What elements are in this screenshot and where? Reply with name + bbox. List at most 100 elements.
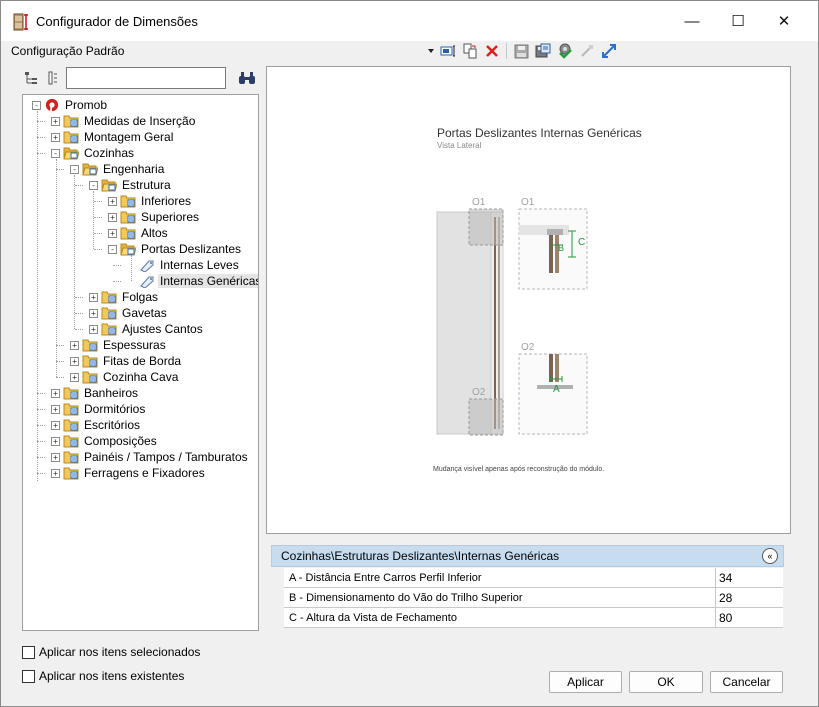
binoculars-icon[interactable] [238,69,256,87]
dropdown-arrow-icon[interactable] [425,41,437,61]
tree-item-label: Inferiores [141,194,192,208]
tree-item-medidas-de-insercao[interactable]: + Medidas de Inserção [51,113,197,129]
expander-plus-icon[interactable]: + [51,420,60,430]
tree-item-banheiros[interactable]: + Banheiros [51,385,140,401]
label-b: B [558,243,565,253]
ok-button[interactable]: OK [629,671,703,693]
expander-plus-icon[interactable]: + [89,308,98,318]
copy-icon[interactable] [459,41,481,61]
expander-plus-icon[interactable]: + [51,468,60,478]
tree-item-paineis-tampos-tamburatos[interactable]: + Painéis / Tampos / Tamburatos [51,449,250,465]
tree-item-ferragens-e-fixadores[interactable]: + Ferragens e Fixadores [51,465,207,481]
expander-minus-icon[interactable]: - [108,244,117,254]
expander-plus-icon[interactable]: + [51,388,60,398]
properties-header[interactable]: Cozinhas\Estruturas Deslizantes\Internas… [271,545,784,567]
tree-item-engenharia[interactable]: - Engenharia [70,161,166,177]
expander-plus-icon[interactable]: + [70,372,79,382]
expander-plus-icon[interactable]: + [51,132,60,142]
expander-minus-icon[interactable]: - [32,100,41,110]
search-input[interactable] [66,67,226,89]
expander-minus-icon[interactable]: - [70,164,79,174]
tree-collapse-all-icon[interactable] [22,69,40,87]
tree-item-internas-genericas[interactable]: Internas Genéricas [127,273,258,289]
tree-item-espessuras[interactable]: + Espessuras [70,337,168,353]
property-value-input[interactable]: 28 [716,588,783,607]
tree-item-estrutura[interactable]: - Estrutura [89,177,173,193]
folder-icon [101,307,117,320]
text-field-icon[interactable] [437,41,459,61]
tree-item-folgas[interactable]: + Folgas [89,289,160,305]
apply-existing-label: Aplicar nos itens existentes [39,669,185,683]
property-value-input[interactable]: 34 [716,568,783,587]
property-value-input[interactable]: 80 [716,608,783,627]
maximize-button[interactable]: ☐ [715,1,761,41]
expand-icon[interactable] [598,41,620,61]
side-view-drawing [436,208,588,436]
folder-icon [63,451,79,464]
tree-item-promob[interactable]: - Promob [32,97,109,113]
label-o1-main: O1 [472,197,486,208]
apply-existing-option[interactable]: Aplicar nos itens existentes [22,669,184,683]
tree-item-label: Escritórios [84,418,141,432]
tree-item-dormitorios[interactable]: + Dormitórios [51,401,147,417]
close-button[interactable]: ✕ [761,1,807,41]
expander-plus-icon[interactable]: + [108,228,117,238]
save-as-icon[interactable] [532,41,554,61]
preview-panel: Portas Deslizantes Internas Genéricas Vi… [266,66,791,534]
tree-item-gavetas[interactable]: + Gavetas [89,305,169,321]
apply-selected-option[interactable]: Aplicar nos itens selecionados [22,645,200,659]
expander-plus-icon[interactable]: + [70,340,79,350]
cancel-button[interactable]: Cancelar [710,671,783,693]
category-tree[interactable]: - Promob + Medidas de Inserção + Montagem Ger… [22,94,259,631]
expander-plus-icon[interactable]: + [70,356,79,366]
expander-plus-icon[interactable]: + [89,324,98,334]
property-row: C - Altura da Vista de Fechamento 80 [284,608,783,628]
tree-item-fitas-de-borda[interactable]: + Fitas de Borda [70,353,183,369]
tree-item-inferiores[interactable]: + Inferiores [108,193,193,209]
expander-plus-icon[interactable]: + [51,404,60,414]
folder-icon [63,435,79,448]
settings-check-icon[interactable] [554,41,576,61]
tree-item-escritorios[interactable]: + Escritórios [51,417,142,433]
tree-item-altos[interactable]: + Altos [108,225,170,241]
tree-item-internas-leves[interactable]: Internas Leves [127,257,241,273]
apply-selected-checkbox[interactable] [22,645,35,659]
expander-plus-icon[interactable]: + [51,436,60,446]
properties-table: A - Distância Entre Carros Perfil Inferi… [284,568,783,628]
preview-note: Mudança visível apenas após reconstrução… [433,466,605,473]
tree-item-label: Portas Deslizantes [141,242,242,256]
tree-item-composicoes[interactable]: + Composições [51,433,159,449]
apply-button[interactable]: Aplicar [549,671,622,693]
toolbar [425,41,620,61]
tree-item-cozinha-cava[interactable]: + Cozinha Cava [70,369,180,385]
save-icon[interactable] [510,41,532,61]
folder-icon [63,403,79,416]
expander-minus-icon[interactable]: - [51,148,60,158]
tree-item-cozinhas[interactable]: - Cozinhas [51,145,136,161]
expander-plus-icon[interactable]: + [51,452,60,462]
expander-minus-icon[interactable]: - [89,180,98,190]
folder-icon [63,115,79,128]
delete-icon[interactable] [481,41,503,61]
collapse-chevron-icon[interactable]: « [762,548,778,564]
folder-icon [63,387,79,400]
apply-existing-checkbox[interactable] [22,669,35,683]
app-icon [13,13,28,31]
minimize-button[interactable]: — [669,1,715,41]
tree-item-portas-deslizantes[interactable]: - Portas Deslizantes [108,241,243,257]
expander-plus-icon[interactable]: + [51,116,60,126]
tree-item-montagem-geral[interactable]: + Montagem Geral [51,129,175,145]
tree-item-superiores[interactable]: + Superiores [108,209,201,225]
expander-plus-icon[interactable]: + [108,212,117,222]
folder-open-icon [120,243,136,256]
property-name: B - Dimensionamento do Vão do Trilho Sup… [284,588,716,607]
folder-icon [120,227,136,240]
tree-item-ajustes-cantos[interactable]: + Ajustes Cantos [89,321,205,337]
collapse-icon[interactable] [576,41,598,61]
folder-icon [63,467,79,480]
tree-list-icon[interactable] [44,69,62,87]
tree-item-label: Internas Genéricas [158,274,258,288]
apply-selected-label: Aplicar nos itens selecionados [39,645,201,659]
expander-plus-icon[interactable]: + [108,196,117,206]
expander-plus-icon[interactable]: + [89,292,98,302]
